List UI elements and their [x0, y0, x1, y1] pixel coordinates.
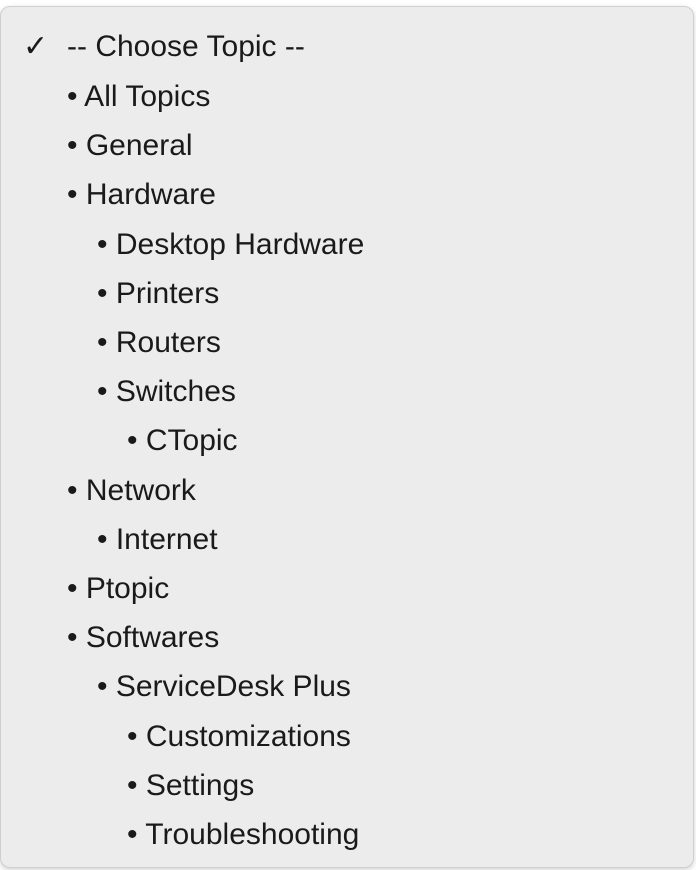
- menu-item-switches[interactable]: • Switches: [1, 368, 236, 416]
- menu-item-label: • Customizations: [127, 720, 351, 753]
- menu-item-label: • ServiceDesk Plus: [97, 670, 351, 703]
- menu-item-label: • All Topics: [67, 80, 211, 113]
- menu-item-ctopic[interactable]: • CTopic: [1, 417, 238, 465]
- menu-item-settings[interactable]: • Settings: [1, 762, 254, 810]
- menu-item-servicedesk-plus[interactable]: • ServiceDesk Plus: [1, 663, 351, 711]
- menu-item-hardware[interactable]: • Hardware: [1, 171, 216, 219]
- menu-item-routers[interactable]: • Routers: [1, 319, 221, 367]
- menu-item-label: • Desktop Hardware: [97, 228, 365, 261]
- menu-item-label: • Network: [67, 474, 196, 507]
- checkmark-icon: ✓: [23, 29, 49, 64]
- menu-item-label: • CTopic: [127, 424, 238, 457]
- topic-dropdown-menu: ✓ -- Choose Topic -- • All Topics • Gene…: [0, 6, 694, 868]
- menu-item-softwares[interactable]: • Softwares: [1, 614, 219, 662]
- menu-item-label: -- Choose Topic --: [67, 30, 305, 63]
- menu-item-ptopic[interactable]: • Ptopic: [1, 565, 169, 613]
- menu-item-label: • Routers: [97, 326, 221, 359]
- menu-item-all-topics[interactable]: • All Topics: [1, 73, 210, 121]
- menu-item-label: • Settings: [127, 769, 255, 802]
- menu-item-printers[interactable]: • Printers: [1, 270, 219, 318]
- menu-item-general[interactable]: • General: [1, 122, 193, 170]
- menu-item-label: • Troubleshooting: [127, 818, 360, 851]
- menu-item-network[interactable]: • Network: [1, 467, 196, 515]
- menu-item-troubleshooting[interactable]: • Troubleshooting: [1, 811, 359, 859]
- menu-item-label: • Softwares: [67, 621, 220, 654]
- menu-item-customizations[interactable]: • Customizations: [1, 713, 351, 761]
- menu-item-label: • Ptopic: [67, 572, 170, 605]
- menu-item-label: • Hardware: [67, 178, 216, 211]
- menu-item-label: • General: [67, 129, 193, 162]
- menu-item-label: • Printers: [97, 277, 220, 310]
- menu-item-label: • Internet: [97, 523, 218, 556]
- menu-item-label: • Switches: [97, 375, 236, 408]
- menu-item-desktop-hardware[interactable]: • Desktop Hardware: [1, 221, 364, 269]
- menu-item-internet[interactable]: • Internet: [1, 516, 218, 564]
- menu-item-choose-topic[interactable]: ✓ -- Choose Topic --: [1, 23, 305, 71]
